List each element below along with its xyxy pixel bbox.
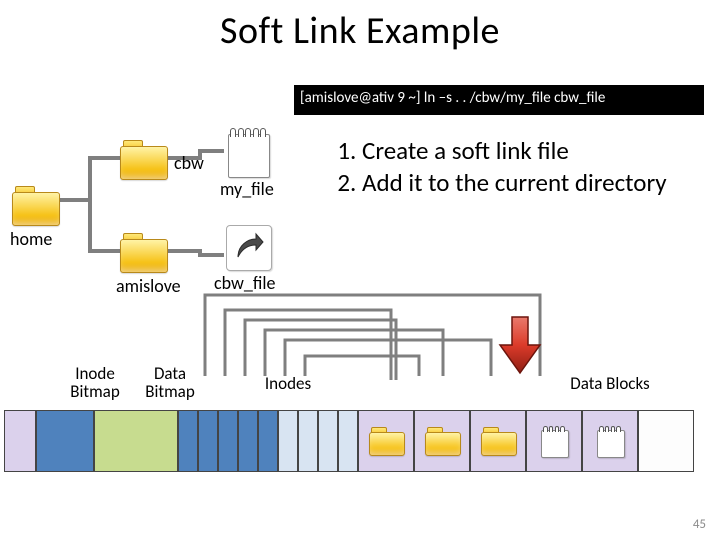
file-my-file-icon — [226, 128, 270, 176]
folder-cbw-icon — [120, 140, 166, 178]
file-icon — [540, 426, 568, 456]
folder-home-icon — [12, 186, 58, 224]
terminal-command: ln –s . . /cbw/my_file cbw_file — [424, 89, 605, 107]
slide-number: 45 — [693, 517, 706, 532]
inode-slot — [298, 410, 318, 472]
cbw-file-label: cbw_file — [214, 272, 275, 294]
data-block — [414, 410, 470, 472]
terminal-output: [amislove@ativ 9 ~] ln –s . . /cbw/my_fi… — [294, 85, 704, 115]
inode-slot — [198, 410, 218, 472]
red-arrow-icon — [498, 315, 542, 375]
steps-list: Create a soft link file Add it to the cu… — [330, 135, 690, 199]
data-block — [358, 410, 414, 472]
inode-bitmap-label: Inode Bitmap — [60, 365, 130, 401]
inode-slot — [338, 410, 358, 472]
data-block — [526, 410, 582, 472]
data-block — [582, 410, 638, 472]
folder-icon — [481, 427, 515, 455]
inode-slot — [178, 410, 198, 472]
data-blocks-label: Data Blocks — [555, 375, 665, 393]
superblock — [4, 410, 36, 472]
inode-slot — [278, 410, 298, 472]
inode-slot — [238, 410, 258, 472]
folder-amislove-icon — [120, 233, 166, 271]
data-block — [638, 410, 694, 472]
home-label: home — [10, 228, 52, 250]
slide-title: Soft Link Example — [0, 8, 720, 54]
cbw-label: cbw — [174, 152, 204, 174]
inode-slot — [258, 410, 278, 472]
data-bitmap — [94, 410, 178, 472]
inode-slot — [218, 410, 238, 472]
data-bitmap-label: Data Bitmap — [135, 365, 205, 401]
data-block — [470, 410, 526, 472]
inode-slot — [318, 410, 338, 472]
file-icon — [596, 426, 624, 456]
inodes-label: Inodes — [248, 375, 328, 393]
folder-icon — [425, 427, 459, 455]
disk-block-row — [4, 410, 694, 472]
folder-icon — [369, 427, 403, 455]
terminal-prompt: [amislove@ativ 9 ~] — [300, 89, 421, 107]
step-1: Create a soft link file — [362, 135, 690, 167]
shortcut-icon — [226, 225, 270, 269]
amislove-label: amislove — [116, 275, 181, 297]
my-file-label: my_file — [220, 178, 274, 200]
inode-bitmap — [36, 410, 94, 472]
step-2: Add it to the current directory — [362, 167, 690, 199]
